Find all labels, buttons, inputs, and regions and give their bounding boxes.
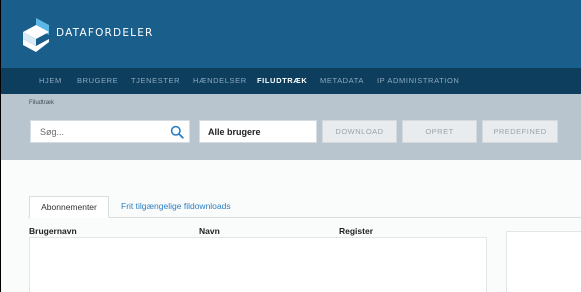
nav-item-filudtraek[interactable]: FILUDTRÆK — [257, 76, 307, 85]
detail-panel — [506, 231, 581, 292]
search-icon[interactable] — [170, 125, 184, 139]
window-edge — [0, 0, 1, 292]
nav-item-metadata[interactable]: METADATA — [320, 76, 364, 85]
breadcrumb: Filudtræk — [29, 100, 55, 106]
user-filter-select[interactable]: Alle brugere — [199, 120, 317, 143]
datafordeler-logo-icon[interactable] — [23, 18, 49, 52]
create-button[interactable]: OPRET — [402, 120, 477, 143]
search-placeholder: Søg... — [40, 127, 65, 137]
download-button[interactable]: DOWNLOAD — [322, 120, 397, 143]
results-table-body — [29, 237, 487, 292]
column-header-register[interactable]: Register — [339, 226, 373, 236]
nav-item-brugere[interactable]: BRUGERE — [77, 76, 118, 85]
app-header: DATAFORDELER — [0, 0, 581, 68]
nav-item-ip-administration[interactable]: IP ADMINISTRATION — [377, 76, 459, 85]
tab-abonnementer[interactable]: Abonnementer — [29, 196, 109, 218]
search-input[interactable]: Søg... — [30, 120, 190, 143]
nav-item-hjem[interactable]: HJEM — [39, 76, 62, 85]
brand-name: DATAFORDELER — [56, 27, 154, 39]
user-filter-value: Alle brugere — [208, 127, 261, 137]
nav-item-tjenester[interactable]: TJENESTER — [131, 76, 180, 85]
tabs-divider — [28, 217, 581, 218]
nav-item-haendelser[interactable]: HÆNDELSER — [193, 76, 247, 85]
main-nav: HJEM BRUGERE TJENESTER HÆNDELSER FILUDTR… — [0, 68, 581, 94]
filter-toolbar: Filudtræk Søg... Alle brugere DOWNLOAD O… — [0, 94, 581, 160]
column-header-navn[interactable]: Navn — [199, 226, 220, 236]
tab-frit-tilgaengelige[interactable]: Frit tilgængelige fildownloads — [121, 201, 231, 211]
predefined-button[interactable]: PREDEFINED — [482, 120, 558, 143]
column-header-brugernavn[interactable]: Brugernavn — [29, 226, 77, 236]
